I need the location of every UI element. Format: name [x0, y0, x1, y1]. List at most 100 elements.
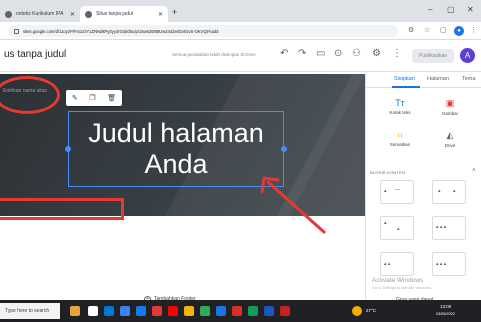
taskbar-search[interactable]: Type here to search: [0, 303, 60, 319]
insert-item-label: Drive: [444, 143, 456, 148]
tab-label: onteks Kurikulum IPA: [16, 11, 64, 17]
tab-pages[interactable]: Halaman: [427, 76, 449, 82]
edit-pencil-icon[interactable]: ✎: [72, 94, 78, 102]
new-tab-button[interactable]: +: [172, 7, 177, 17]
word-icon[interactable]: [264, 306, 274, 316]
layout-block[interactable]: ▴ ▴ ▴: [432, 252, 466, 276]
layout-block[interactable]: ▴ ▴: [380, 216, 414, 240]
insert-embed[interactable]: ‹› Sematkan: [382, 130, 418, 147]
duplicate-icon[interactable]: ❐: [89, 94, 95, 102]
screen: onteks Kurikulum IPA ✕ Situs tanpa judul…: [0, 0, 481, 322]
image-icon: ▴ ▴ ▴: [436, 261, 447, 267]
page-title-line: Anda: [144, 149, 208, 179]
store-icon[interactable]: [120, 306, 130, 316]
share-icon[interactable]: ⚇: [352, 48, 361, 59]
insert-item-label: Kotak teks: [389, 110, 411, 115]
layout-block[interactable]: ▴ ▴: [432, 180, 466, 204]
text-box-icon: Tт: [395, 98, 405, 108]
chrome-icon[interactable]: [184, 306, 194, 316]
browser-tab-kurikulum[interactable]: onteks Kurikulum IPA ✕: [0, 6, 80, 22]
delete-trash-icon[interactable]: 🗑: [107, 94, 116, 102]
maximize-button[interactable]: ▢: [447, 5, 455, 14]
editor-canvas: Entrikan nama situs ✎ ❐ 🗑 Judul halaman …: [0, 72, 365, 303]
text-box-toolbar: ✎ ❐ 🗑: [66, 90, 122, 106]
weather-temp: 27°C: [366, 308, 377, 313]
insert-item-label: Sematkan: [389, 142, 411, 147]
preview-icon[interactable]: ▭: [316, 48, 325, 59]
edge-icon[interactable]: [104, 306, 114, 316]
activate-windows-title: Activate Windows: [372, 277, 424, 284]
undo-icon[interactable]: ↶: [280, 48, 288, 59]
app-icon[interactable]: [216, 306, 226, 316]
address-bar: sites.google.com/d/11oyzP/Fe11OY1ZNNdkPy…: [0, 22, 481, 40]
tab-insert[interactable]: Sisipkan: [394, 76, 415, 82]
layout-block[interactable]: ▴ —: [380, 180, 414, 204]
resize-handle-right[interactable]: [281, 146, 287, 152]
settings-gear-icon[interactable]: ⚙: [372, 48, 381, 59]
chevron-up-icon[interactable]: ˄: [472, 168, 476, 174]
page-title-text-box[interactable]: Judul halaman Anda: [68, 111, 284, 187]
more-options-icon[interactable]: ⋮: [392, 48, 402, 59]
side-panel: Sisipkan Halaman Tema Tт Kotak teks ▣ Ga…: [365, 72, 481, 303]
clock-date[interactable]: 03/08/2022: [436, 312, 455, 316]
page-title-line: Judul halaman: [88, 118, 264, 148]
save-status: Semua perubahan telah disimpan di Drive: [172, 52, 256, 57]
app-icon[interactable]: [152, 306, 162, 316]
browser-menu-icon[interactable]: ⋮: [470, 26, 477, 34]
bookmark-star-icon[interactable]: ☆: [424, 26, 430, 34]
tab-themes[interactable]: Tema: [462, 76, 475, 82]
redo-icon[interactable]: ↷: [298, 48, 306, 59]
insert-item-label: Gambar: [441, 111, 459, 116]
account-avatar[interactable]: A: [460, 48, 475, 63]
insert-drive[interactable]: ◭ Drive: [432, 130, 468, 148]
insert-link-icon[interactable]: ⊙: [334, 48, 342, 59]
app-icon[interactable]: [232, 306, 242, 316]
taskbar-search-label: Type here to search: [5, 308, 50, 314]
task-view-icon[interactable]: [88, 306, 98, 316]
embed-icon: ‹›: [397, 130, 403, 140]
image-icon: ▴: [384, 220, 387, 226]
clock-time[interactable]: 13:00: [440, 304, 451, 309]
panel-tabs: Sisipkan Halaman Tema: [366, 72, 481, 88]
annotation-rectangle: [0, 198, 124, 220]
profile-extension-icon[interactable]: ▢: [440, 26, 447, 34]
close-window-button[interactable]: ✕: [467, 5, 474, 14]
tab-label: Situs tanpa judul: [96, 11, 133, 17]
layout-block[interactable]: ▴ ▴: [380, 252, 414, 276]
extensions-icon[interactable]: ⚙: [408, 26, 414, 34]
weather-icon[interactable]: [352, 306, 362, 316]
widgets-icon[interactable]: [70, 306, 80, 316]
url-input[interactable]: sites.google.com/d/11oyzP/Fe11OY1ZNNdkPy…: [8, 25, 398, 37]
windows-taskbar: Type here to search 27°C 13:00 03/08/202…: [0, 300, 481, 322]
content-blocks-label: BLOKIR KONTEN: [370, 170, 406, 175]
page-title: Judul halaman Anda: [88, 118, 264, 180]
image-icon: ▴: [438, 188, 441, 194]
resize-handle-left[interactable]: [65, 146, 71, 152]
browser-tab-strip: onteks Kurikulum IPA ✕ Situs tanpa judul…: [0, 0, 481, 22]
image-icon: ▣: [445, 98, 455, 108]
browser-tab-sites[interactable]: Situs tanpa judul ✕: [80, 6, 168, 22]
image-icon: ▴: [384, 188, 387, 194]
lock-icon: [14, 28, 19, 34]
site-document-title[interactable]: us tanpa judul: [4, 49, 66, 60]
image-icon: ▴ ▴: [384, 261, 391, 267]
insert-image[interactable]: ▣ Gambar: [432, 98, 468, 116]
publish-button[interactable]: Publikasikan: [412, 49, 454, 63]
image-icon: ▴: [397, 226, 400, 232]
image-icon: ▴ ▴ ▴: [436, 224, 447, 230]
app-icon[interactable]: [200, 306, 210, 316]
active-tab-indicator: [392, 86, 420, 88]
powerpoint-icon[interactable]: [280, 306, 290, 316]
facebook-icon[interactable]: [136, 306, 146, 316]
drive-icon: ◭: [446, 130, 454, 140]
insert-text-box[interactable]: Tт Kotak teks: [382, 98, 418, 115]
close-tab-icon[interactable]: ✕: [158, 11, 163, 18]
text-line-icon: —: [395, 187, 400, 193]
layout-block[interactable]: ▴ ▴ ▴: [432, 216, 466, 240]
app-icon[interactable]: [248, 306, 258, 316]
close-tab-icon[interactable]: ✕: [70, 11, 75, 18]
browser-profile-icon[interactable]: ●: [454, 26, 464, 36]
minimize-button[interactable]: –: [428, 5, 432, 14]
youtube-icon[interactable]: [168, 306, 178, 316]
tab-favicon-icon: [5, 10, 12, 18]
